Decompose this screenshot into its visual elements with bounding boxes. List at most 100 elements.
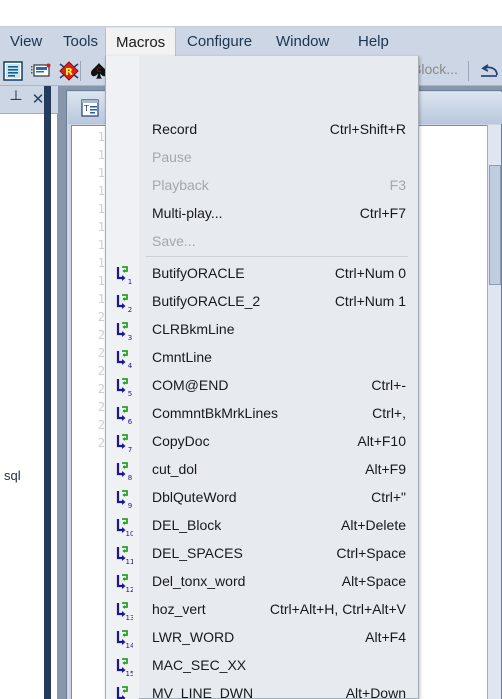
macro-script-icon: 14 [113,629,135,650]
svg-text:12: 12 [126,586,133,593]
menu-item-label: LWR_WORD [152,629,235,645]
toolbar-separator [80,61,81,81]
menubar-item-view[interactable]: View [0,27,52,57]
menu-item-label: ButifyORACLE [152,265,245,281]
menu-item-label: MV_LINE_DWN [152,685,254,699]
menu-item-dblquteword[interactable]: 9 DblQuteWord Ctrl+" [106,484,418,512]
menu-item-shortcut: Ctrl+Shift+R [329,121,406,137]
menu-item-label: hoz_vert [152,601,206,617]
svg-text:14: 14 [126,642,133,649]
svg-text:11: 11 [126,558,133,565]
menu-item-cut-dol[interactable]: 8 cut_dol Alt+F9 [106,456,418,484]
menu-item-butifyoracle-2[interactable]: 2 ButifyORACLE_2 Ctrl+Num 1 [106,288,418,316]
editor-vertical-scrollbar[interactable] [487,125,501,699]
svg-text:4: 4 [128,362,133,369]
menu-item-pause: Pause [106,144,418,172]
macro-script-icon: 2 [113,293,133,314]
menu-item-record[interactable]: Record Ctrl+Shift+R [106,116,418,144]
menu-item-del-block[interactable]: 10 DEL_Block Alt+Delete [106,512,418,540]
menu-item-shortcut: Ctrl+Alt+H, Ctrl+Alt+V [269,601,406,617]
menu-item-shortcut: Alt+F4 [365,629,406,645]
menu-item-shortcut: Ctrl+F7 [359,205,406,221]
menubar-item-tools[interactable]: Tools [53,27,108,57]
macro-script-icon: 16 [113,685,135,699]
document-properties-icon[interactable] [2,60,24,82]
envelope-icon[interactable] [30,60,52,82]
macro-script-icon: 12 [113,573,134,594]
line-number: 1 [97,238,105,252]
menu-item-label: Pause [152,149,192,165]
menubar-item-macros[interactable]: Macros [105,27,177,57]
menu-item-label: DEL_SPACES [152,545,243,561]
menu-item-shortcut: Ctrl+Num 0 [334,265,406,281]
line-number: 1 [97,274,105,288]
menu-item-shortcut: Alt+Space [341,573,406,589]
menu-item-shortcut: Ctrl+" [371,489,406,505]
macro-script-icon: 1 [113,265,133,286]
menu-item-label: DblQuteWord [152,489,237,505]
menu-item-copydoc[interactable]: 7 CopyDoc Alt+F10 [106,428,418,456]
line-number: 1 [97,166,105,180]
line-number: 2 [97,364,105,378]
svg-text:7: 7 [128,446,132,453]
menubar-item-help[interactable]: Help [348,27,399,57]
menu-item-playback: Playback F3 [106,172,418,200]
macro-script-icon: 11 [113,545,134,566]
svg-text:R: R [65,67,73,78]
menu-item-label: CommntBkMrkLines [152,405,279,421]
menu-item-mac-sec-xx[interactable]: 15 MAC_SEC_XX [106,652,418,680]
menu-item-commntbkmrklines[interactable]: 6 CommntBkMrkLines Ctrl+, [106,400,418,428]
application-window: View Tools Macros Configure Window Help R C Blo… [0,0,502,699]
svg-text:9: 9 [128,502,132,509]
menu-item-shortcut: Alt+F9 [365,461,406,477]
menu-item-shortcut: Ctrl+Space [336,545,406,561]
menu-item-del-tonx-word[interactable]: 12 Del_tonx_word Alt+Space [106,568,418,596]
svg-text:C: C [97,67,101,74]
menu-item-label: ButifyORACLE_2 [152,293,261,309]
svg-text:13: 13 [126,614,133,621]
menu-item-del-spaces[interactable]: 11 DEL_SPACES Ctrl+Space [106,540,418,568]
red-diamond-r-icon[interactable]: R [58,60,80,82]
svg-text:3: 3 [128,334,132,341]
macro-script-icon: 10 [113,517,134,538]
menu-item-label: Multi-play... [152,205,223,221]
undo-arrow-icon[interactable] [478,60,500,82]
line-number: 2 [97,400,105,414]
menu-item-butifyoracle[interactable]: 1 ButifyORACLE Ctrl+Num 0 [106,260,418,288]
menubar-item-configure[interactable]: Configure [177,27,262,57]
line-number: 1 [97,148,105,162]
menu-item-shortcut: Ctrl+, [372,405,406,421]
menu-item-mv-line-dwn[interactable]: 16 MV_LINE_DWN Alt+Down [106,680,418,699]
menu-item-label: CLRBkmLine [152,321,235,337]
macro-script-icon: 7 [113,433,133,454]
menu-item-label: CmntLine [152,349,212,365]
svg-text:T: T [83,104,89,113]
menu-item-shortcut: Ctrl+- [371,377,406,393]
svg-text:6: 6 [128,418,133,425]
menu-item-label: DEL_Block [152,517,222,533]
docked-panel-label: sql [4,468,21,483]
line-number: 2 [97,328,105,342]
menu-item-lwr-word[interactable]: 14 LWR_WORD Alt+F4 [106,624,418,652]
menu-item-shortcut: Alt+F10 [357,433,406,449]
menu-item-com-end[interactable]: 5 COM@END Ctrl+- [106,372,418,400]
line-number: 1 [97,184,105,198]
macro-script-icon: 15 [113,657,134,678]
menu-item-shortcut: Alt+Down [345,685,406,699]
svg-text:1: 1 [128,278,132,285]
pin-icon[interactable]: ┴ [8,91,24,109]
menu-bar: View Tools Macros Configure Window Help [0,26,502,57]
menu-item-cmntline[interactable]: 4 CmntLine [106,344,418,372]
menubar-item-window[interactable]: Window [266,27,339,57]
svg-text:10: 10 [126,530,133,537]
macro-script-icon: 3 [113,321,133,342]
menu-item-hoz-vert[interactable]: 13 hoz_vert Ctrl+Alt+H, Ctrl+Alt+V [106,596,418,624]
menu-item-clrbkmline[interactable]: 3 CLRBkmLine [106,316,418,344]
line-number: 2 [97,346,105,360]
menu-item-label: Del_tonx_word [152,573,246,589]
scrollbar-thumb[interactable] [489,165,501,285]
macro-script-icon: 8 [113,461,133,482]
line-number: 1 [97,130,105,144]
svg-text:15: 15 [126,670,133,677]
menu-item-multi-play[interactable]: Multi-play... Ctrl+F7 [106,200,418,228]
